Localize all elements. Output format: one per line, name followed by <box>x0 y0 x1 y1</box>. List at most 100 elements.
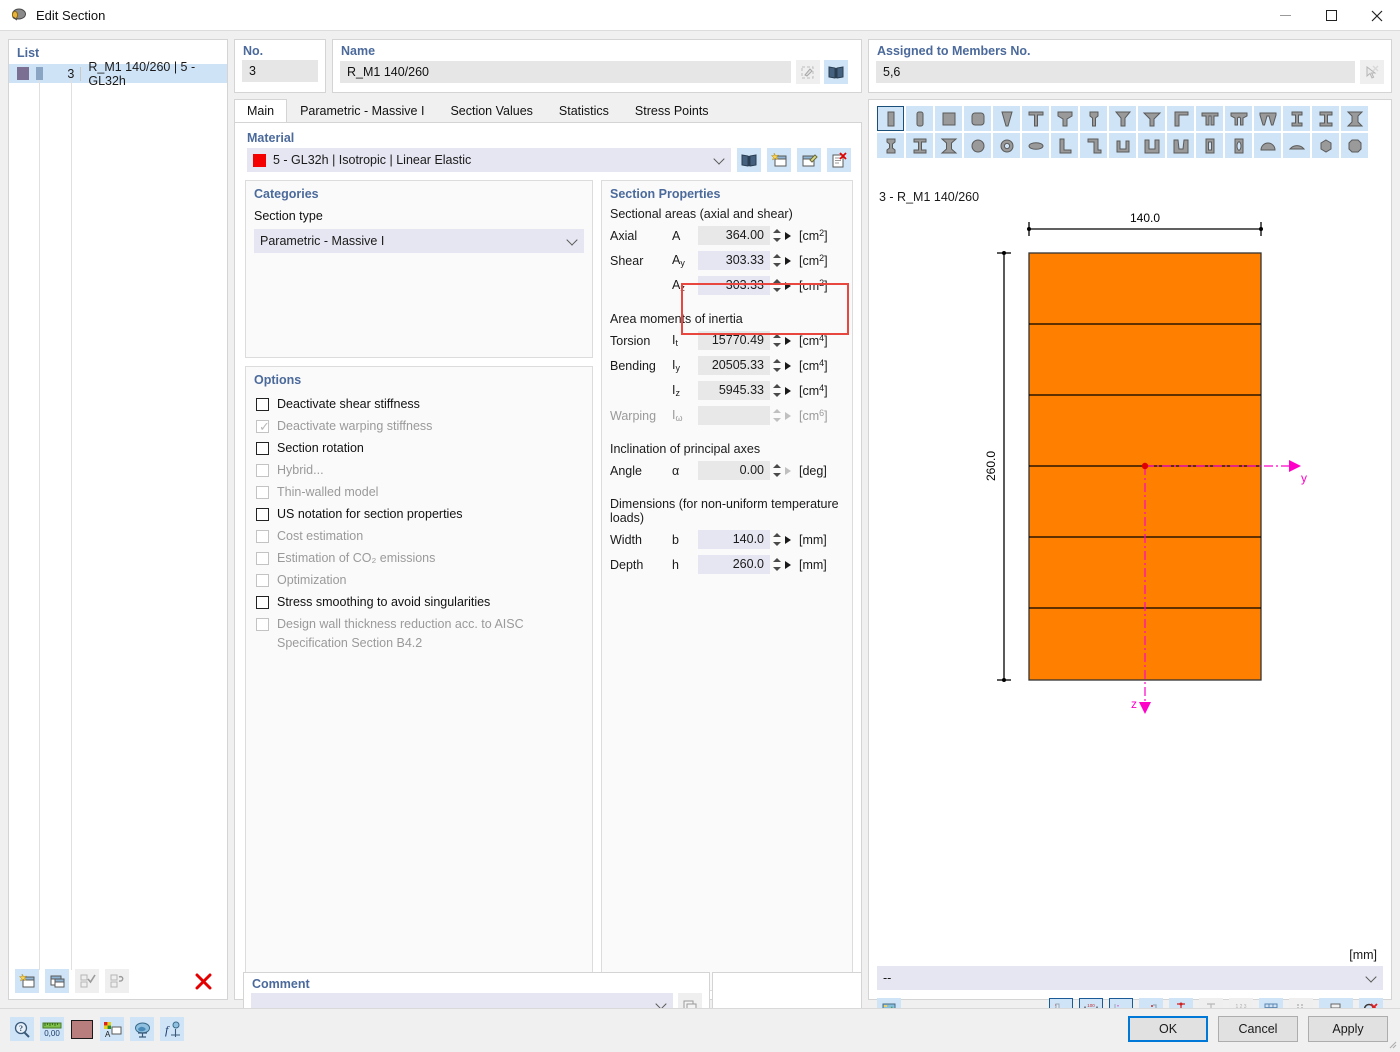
edit-material-icon[interactable] <box>797 148 821 172</box>
ok-button[interactable]: OK <box>1128 1016 1208 1042</box>
spinner[interactable] <box>772 276 782 295</box>
delete-icon[interactable] <box>191 969 215 993</box>
expand-arrow-icon[interactable] <box>782 381 794 400</box>
spinner[interactable] <box>772 251 782 270</box>
minimize-button[interactable] <box>1262 0 1308 31</box>
tab-section-values[interactable]: Section Values <box>437 99 545 123</box>
z-shape-icon[interactable] <box>1080 133 1107 158</box>
option-stress-smoothing[interactable]: Stress smoothing to avoid singularities <box>256 593 592 615</box>
triple-t-shape-icon[interactable] <box>1254 106 1281 131</box>
copy-section-icon[interactable] <box>45 969 69 993</box>
tab-stress-points[interactable]: Stress Points <box>622 99 722 123</box>
checkbox[interactable] <box>256 442 269 455</box>
function-icon[interactable]: f <box>160 1017 184 1041</box>
tab-statistics[interactable]: Statistics <box>546 99 622 123</box>
u-shape-icon[interactable] <box>1109 133 1136 158</box>
expand-arrow-icon[interactable] <box>782 251 794 270</box>
hollow-oval-shape-icon[interactable] <box>1225 133 1252 158</box>
new-material-icon[interactable] <box>767 148 791 172</box>
expand-arrow-icon[interactable] <box>782 331 794 350</box>
bending-inertia-z-input[interactable]: 5945.33 <box>698 381 770 400</box>
spinner[interactable] <box>772 555 782 574</box>
cancel-button[interactable]: Cancel <box>1218 1016 1298 1042</box>
resize-grip[interactable] <box>1387 1038 1397 1049</box>
view-settings-icon[interactable] <box>130 1017 154 1041</box>
inverted-t-shape-icon[interactable] <box>1109 106 1136 131</box>
u-taper-shape-icon[interactable] <box>1167 133 1194 158</box>
expand-arrow-icon[interactable] <box>782 276 794 295</box>
octagon-shape-icon[interactable] <box>1341 133 1368 158</box>
i-beam-shape-icon[interactable] <box>1283 106 1310 131</box>
square-shape-icon[interactable] <box>935 106 962 131</box>
assigned-input[interactable]: 5,6 <box>876 61 1355 83</box>
double-t-wide-shape-icon[interactable] <box>1225 106 1252 131</box>
no-input[interactable]: 3 <box>242 60 318 82</box>
expand-arrow-icon[interactable] <box>782 555 794 574</box>
t-wide-shape-icon[interactable] <box>1051 106 1078 131</box>
option-section-rotation[interactable]: Section rotation <box>256 439 592 461</box>
help-icon[interactable]: ? <box>10 1017 34 1041</box>
units-icon[interactable]: 0,00 <box>40 1017 64 1041</box>
list-item[interactable]: 3 R_M1 140/260 | 5 - GL32h <box>9 60 227 88</box>
new-section-icon[interactable] <box>15 969 39 993</box>
checkbox[interactable] <box>256 398 269 411</box>
i-taper-shape-icon[interactable] <box>935 133 962 158</box>
delete-material-icon[interactable] <box>827 148 851 172</box>
tab-main[interactable]: Main <box>234 99 288 123</box>
spinner[interactable] <box>772 461 782 480</box>
principal-axes-angle-input[interactable]: 0.00 <box>698 461 770 480</box>
tab-parametric-massive-i[interactable]: Parametric - Massive I <box>287 99 437 123</box>
axial-area-input[interactable]: 364.00 <box>698 226 770 245</box>
section-drawing-area[interactable]: 3 - R_M1 140/260 140.0 260.0 y z <box>877 180 1383 970</box>
spinner[interactable] <box>772 530 782 549</box>
bending-inertia-y-input[interactable]: 20505.33 <box>698 356 770 375</box>
shear-area-y-input[interactable]: 303.33 <box>698 251 770 270</box>
i-narrow-shape-icon[interactable] <box>1080 106 1107 131</box>
close-button[interactable] <box>1354 0 1400 31</box>
view-select[interactable]: -- <box>877 966 1383 990</box>
circle-shape-icon[interactable] <box>964 133 991 158</box>
depth-input[interactable]: 260.0 <box>698 555 770 574</box>
i-beam3-shape-icon[interactable] <box>1341 106 1368 131</box>
hollow-rect-shape-icon[interactable] <box>1196 133 1223 158</box>
i-beam2-shape-icon[interactable] <box>1312 106 1339 131</box>
checkbox[interactable] <box>256 508 269 521</box>
i-tall-shape-icon[interactable] <box>906 133 933 158</box>
i-stub-shape-icon[interactable] <box>877 133 904 158</box>
spinner[interactable] <box>772 356 782 375</box>
material-select[interactable]: 5 - GL32h | Isotropic | Linear Elastic <box>247 148 731 172</box>
shear-area-z-input[interactable]: 303.33 <box>698 276 770 295</box>
option-deactivate-shear-stiffness[interactable]: Deactivate shear stiffness <box>256 395 592 417</box>
l-shape-icon[interactable] <box>1051 133 1078 158</box>
display-props-icon[interactable]: A <box>100 1017 124 1041</box>
library-icon[interactable] <box>824 60 848 84</box>
arc-shape-icon[interactable] <box>1283 133 1310 158</box>
spinner[interactable] <box>772 226 782 245</box>
rect-tall-shape-icon[interactable] <box>877 106 904 131</box>
checkbox[interactable] <box>256 596 269 609</box>
t-shape-icon[interactable] <box>1022 106 1049 131</box>
hexagon-shape-icon[interactable] <box>1312 133 1339 158</box>
expand-arrow-icon[interactable] <box>782 530 794 549</box>
angle-t-shape-icon[interactable] <box>1167 106 1194 131</box>
option-us-notation[interactable]: US notation for section properties <box>256 505 592 527</box>
ring-shape-icon[interactable] <box>993 133 1020 158</box>
torsion-inertia-input[interactable]: 15770.49 <box>698 331 770 350</box>
expand-arrow-icon[interactable] <box>782 356 794 375</box>
apply-button[interactable]: Apply <box>1308 1016 1388 1042</box>
inverted-t-wide-shape-icon[interactable] <box>1138 106 1165 131</box>
dome-shape-icon[interactable] <box>1254 133 1281 158</box>
rect-rounded-tall-shape-icon[interactable] <box>906 106 933 131</box>
spinner[interactable] <box>772 381 782 400</box>
spinner[interactable] <box>772 331 782 350</box>
width-input[interactable]: 140.0 <box>698 530 770 549</box>
ellipse-shape-icon[interactable] <box>1022 133 1049 158</box>
square-rounded-shape-icon[interactable] <box>964 106 991 131</box>
maximize-button[interactable] <box>1308 0 1354 31</box>
section-type-select[interactable]: Parametric - Massive I <box>254 229 584 253</box>
material-library-icon[interactable] <box>737 148 761 172</box>
name-input[interactable]: R_M1 140/260 <box>340 61 791 83</box>
u-wide-shape-icon[interactable] <box>1138 133 1165 158</box>
expand-arrow-icon[interactable] <box>782 226 794 245</box>
color-swatch-icon[interactable] <box>70 1017 94 1041</box>
